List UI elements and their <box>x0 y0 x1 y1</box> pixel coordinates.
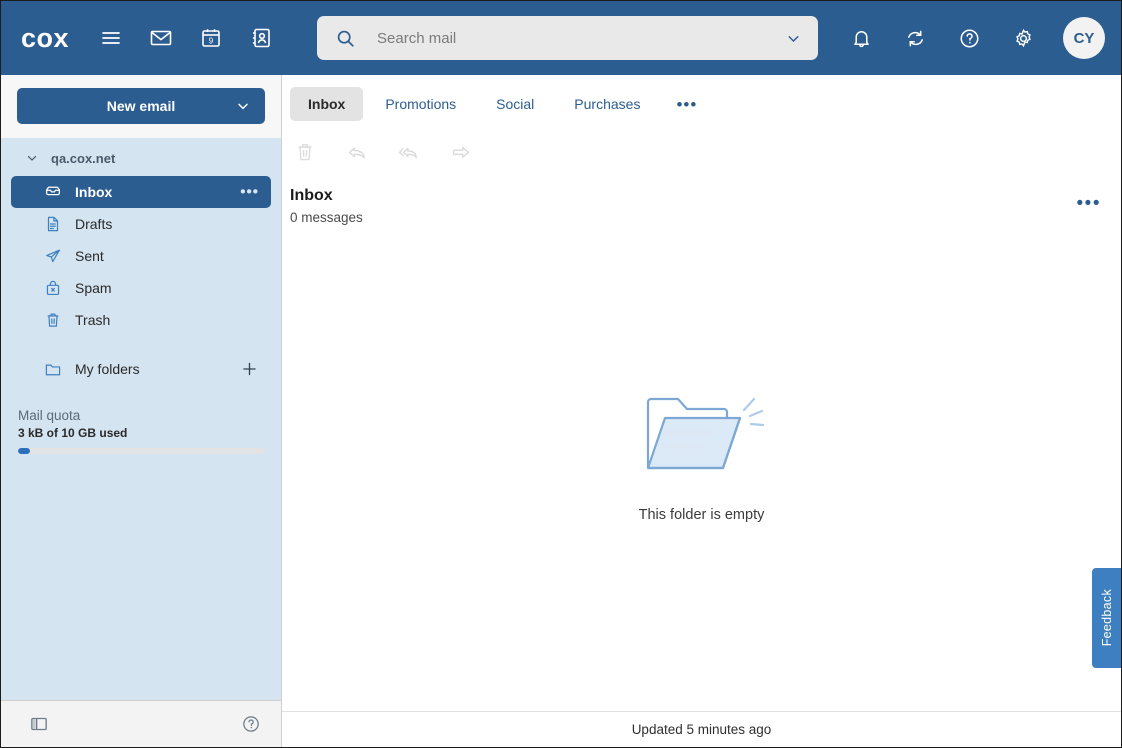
mail-icon[interactable] <box>141 18 181 58</box>
feedback-label: Feedback <box>1099 589 1114 647</box>
message-count: 0 messages <box>290 209 363 225</box>
search-bar[interactable] <box>317 16 819 60</box>
tab-label: Inbox <box>308 96 346 112</box>
category-tabs: Inbox Promotions Social Purchases ••• <box>282 75 1121 131</box>
sidebar-item-trash[interactable]: Trash <box>11 304 271 336</box>
list-more-options-icon[interactable]: ••• <box>1077 194 1101 213</box>
refresh-icon[interactable] <box>895 18 935 58</box>
search-icon <box>335 28 356 49</box>
help-circle-icon[interactable] <box>241 714 261 734</box>
main-content: Inbox Promotions Social Purchases ••• In… <box>282 75 1121 747</box>
sidebar-item-label: My folders <box>75 361 140 377</box>
status-text: Updated 5 minutes ago <box>631 722 772 737</box>
delete-icon[interactable] <box>288 135 322 169</box>
forward-icon[interactable] <box>444 135 478 169</box>
folder-icon <box>44 360 62 379</box>
sidebar-item-my-folders[interactable]: My folders <box>11 352 271 386</box>
empty-state: This folder is empty <box>282 233 1121 711</box>
account-row-qa-cox-net[interactable]: qa.cox.net <box>1 144 281 172</box>
sidebar-item-label: Trash <box>75 312 111 328</box>
tab-label: Promotions <box>385 96 457 112</box>
cox-logo[interactable]: cox <box>21 23 69 54</box>
message-toolbar <box>282 131 1121 173</box>
trash-bin-icon <box>44 311 62 329</box>
mail-quota-detail: 3 kB of 10 GB used <box>18 426 128 440</box>
tab-purchases[interactable]: Purchases <box>556 87 658 121</box>
sidebar-item-label: Inbox <box>75 184 113 200</box>
sidebar-item-spam[interactable]: Spam <box>11 272 271 304</box>
hamburger-menu-icon[interactable] <box>91 18 131 58</box>
help-circle-icon[interactable] <box>949 18 989 58</box>
sidebar-footer <box>1 700 281 747</box>
folder-list: Inbox ••• Drafts Sent Spam Trash My fold… <box>1 172 281 386</box>
account-name: qa.cox.net <box>51 150 116 166</box>
tab-inbox[interactable]: Inbox <box>290 87 364 121</box>
avatar[interactable]: CY <box>1063 17 1105 59</box>
top-right-icons: CY <box>841 17 1105 59</box>
tab-label: Social <box>496 96 535 112</box>
new-email-button[interactable]: New email <box>17 88 265 124</box>
more-options-icon[interactable]: ••• <box>240 185 259 200</box>
tab-promotions[interactable]: Promotions <box>367 87 474 121</box>
top-navigation-bar: cox 9 Search mail CY <box>1 1 1121 75</box>
inbox-icon <box>44 183 62 201</box>
top-app-icons: 9 <box>91 18 281 58</box>
drafts-document-icon <box>44 215 62 233</box>
cox-webmail-app: cox 9 Search mail CY New email qa.cox.ne… <box>0 0 1122 748</box>
toggle-sidebar-icon[interactable] <box>29 714 49 734</box>
calendar-icon[interactable]: 9 <box>191 18 231 58</box>
chevron-down-icon[interactable] <box>785 30 804 47</box>
app-body: New email qa.cox.net Inbox ••• Drafts Se… <box>1 75 1121 747</box>
svg-text:9: 9 <box>209 36 214 45</box>
sidebar-item-label: Sent <box>75 248 104 264</box>
empty-folder-illustration <box>632 380 772 485</box>
message-list-titles: Inbox 0 messages <box>290 186 1077 225</box>
sidebar: New email qa.cox.net Inbox ••• Drafts Se… <box>1 75 282 747</box>
spam-bag-icon <box>44 279 62 297</box>
new-email-label: New email <box>106 98 176 114</box>
settings-gear-icon[interactable] <box>1003 18 1043 58</box>
chevron-down-icon[interactable] <box>25 151 39 165</box>
sidebar-item-drafts[interactable]: Drafts <box>11 208 271 240</box>
feedback-tab[interactable]: Feedback <box>1092 568 1121 668</box>
new-email-zone: New email <box>1 75 281 138</box>
tab-social[interactable]: Social <box>478 87 552 121</box>
sidebar-item-label: Spam <box>75 280 112 296</box>
chevron-down-icon[interactable] <box>235 98 251 114</box>
tab-label: Purchases <box>574 96 641 112</box>
page-title: Inbox <box>290 187 333 204</box>
reply-icon[interactable] <box>340 135 374 169</box>
reply-all-icon[interactable] <box>392 135 426 169</box>
folder-list-gap <box>11 336 271 352</box>
contacts-icon[interactable] <box>241 18 281 58</box>
mail-quota: Mail quota 3 kB of 10 GB used <box>1 386 281 454</box>
sent-paper-plane-icon <box>44 247 62 265</box>
notifications-bell-icon[interactable] <box>841 18 881 58</box>
tabs-more-icon[interactable]: ••• <box>662 87 711 121</box>
mail-quota-title: Mail quota <box>18 408 81 423</box>
status-bar: Updated 5 minutes ago <box>282 711 1121 747</box>
sidebar-item-label: Drafts <box>75 216 113 232</box>
sidebar-filler <box>1 454 281 700</box>
message-list-header: Inbox 0 messages ••• <box>282 173 1121 233</box>
sidebar-item-sent[interactable]: Sent <box>11 240 271 272</box>
sidebar-item-inbox[interactable]: Inbox ••• <box>11 176 271 208</box>
empty-state-message: This folder is empty <box>638 507 765 524</box>
plus-icon[interactable] <box>240 360 259 379</box>
search-input[interactable] <box>356 29 786 47</box>
